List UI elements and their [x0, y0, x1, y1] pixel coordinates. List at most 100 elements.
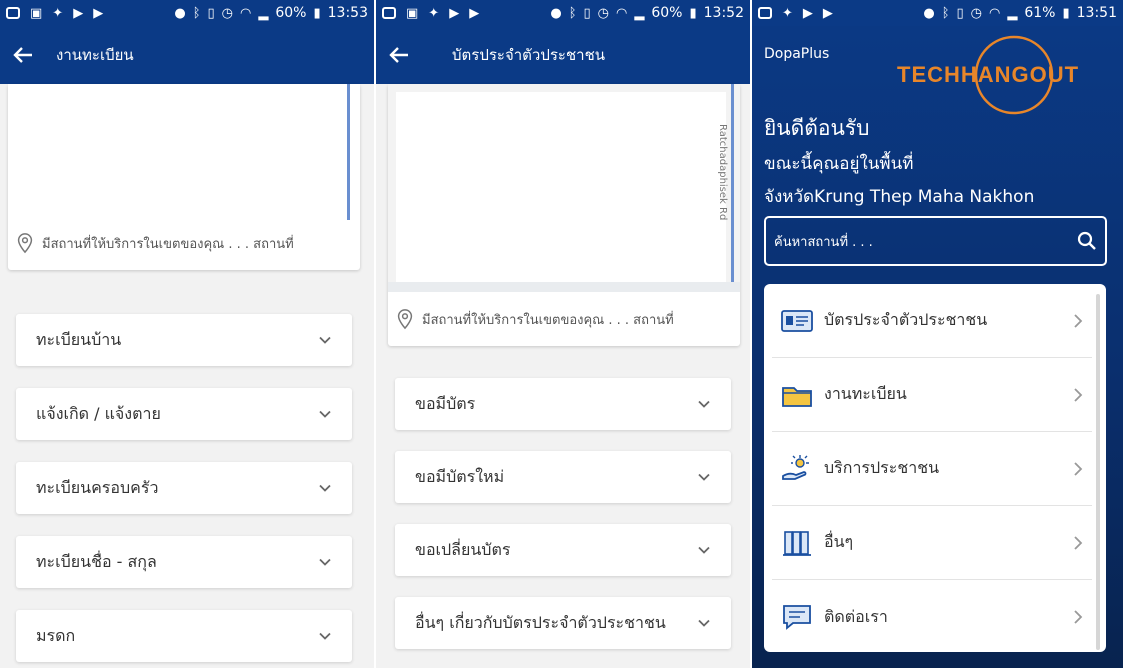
vibrate-icon: ▯	[583, 5, 591, 21]
back-button[interactable]	[0, 46, 46, 64]
page-title: บัตรประจำตัวประชาชน	[452, 46, 606, 64]
clock: 13:52	[703, 5, 744, 21]
chevron-down-icon	[698, 473, 710, 481]
screen-id-card: ▣ ✦ ▶ ▶ ● ᛒ ▯ ◷ ◠ ▂ 60% ▮ 13:52 บัตรประจ…	[376, 0, 750, 668]
accordion-replace-card[interactable]: ขอเปลี่ยนบัตร	[395, 524, 731, 576]
arrow-left-icon	[389, 47, 408, 63]
menu-scrollbar[interactable]	[1096, 294, 1100, 650]
twitter-icon: ✦	[782, 5, 793, 21]
places-info[interactable]: มีสถานที่ให้บริการในเขตของคุณ . . . สถาน…	[394, 308, 674, 330]
battery-icon: ▮	[313, 5, 321, 21]
screen-registration: ▣ ✦ ▶ ▶ ● ᛒ ▯ ◷ ◠ ▂ 60% ▮ 13:53 งานทะเบี…	[0, 0, 374, 668]
app-bar: งานทะเบียน	[0, 26, 374, 84]
welcome-province: จังหวัดKrung Thep Maha Nakhon	[764, 187, 1035, 207]
places-text: มีสถานที่ให้บริการในเขตของคุณ . . . สถาน…	[422, 312, 674, 328]
location-icon: ●	[550, 5, 562, 21]
accordion-label: ขอมีบัตร	[415, 393, 476, 413]
vibrate-icon: ▯	[207, 5, 215, 21]
battery-level: 61%	[1024, 5, 1056, 21]
youtube-icon: ▶	[73, 5, 84, 21]
app-notification-icon	[6, 7, 20, 19]
arrow-left-icon	[13, 47, 32, 63]
youtube-icon: ▶	[449, 5, 460, 21]
places-info[interactable]: มีสถานที่ให้บริการในเขตของคุณ . . . สถาน…	[14, 232, 294, 254]
service-hand-icon	[782, 454, 809, 480]
map-road	[347, 84, 350, 220]
map-card: Ratchadaphisek Rd มีสถานที่ให้บริการในเข…	[388, 84, 740, 346]
chevron-down-icon	[319, 558, 331, 566]
menu-item-id-card[interactable]: บัตรประจำตัวประชาชน	[772, 284, 1092, 358]
chevron-down-icon	[698, 400, 710, 408]
menu-label: บัตรประจำตัวประชาชน	[824, 310, 988, 329]
chevron-down-icon	[698, 546, 710, 554]
accordion-inheritance[interactable]: มรดก	[16, 610, 352, 662]
menu-item-contact[interactable]: ติดต่อเรา	[772, 580, 1092, 652]
road-label: Ratchadaphisek Rd	[717, 124, 728, 221]
accordion-label: ทะเบียนชื่อ - สกุล	[36, 551, 157, 571]
alarm-icon: ◷	[597, 5, 610, 21]
accordion-other-id[interactable]: อื่นๆ เกี่ยวกับบัตรประจำตัวประชาชน	[395, 597, 731, 649]
chevron-down-icon	[319, 632, 331, 640]
signal-icon: ▂	[1007, 5, 1018, 21]
accordion-birth-death[interactable]: แจ้งเกิด / แจ้งตาย	[16, 388, 352, 440]
chevron-down-icon	[698, 619, 710, 627]
twitter-icon: ✦	[52, 5, 64, 21]
welcome-heading: ยินดีต้อนรับ	[764, 116, 870, 140]
accordion-label: ทะเบียนครอบครัว	[36, 477, 159, 497]
back-button[interactable]	[376, 46, 422, 64]
techhangout-logo: TECHHANGOUT	[897, 35, 1079, 115]
menu-label: งานทะเบียน	[824, 384, 907, 403]
search-icon[interactable]	[1077, 231, 1097, 251]
places-text: มีสถานที่ให้บริการในเขตของคุณ . . . สถาน…	[42, 236, 294, 252]
menu-label: ติดต่อเรา	[824, 606, 888, 626]
alarm-icon: ◷	[970, 5, 983, 21]
chevron-right-icon	[1074, 535, 1083, 550]
accordion-renew-card[interactable]: ขอมีบัตรใหม่	[395, 451, 731, 503]
accordion-house-registration[interactable]: ทะเบียนบ้าน	[16, 314, 352, 366]
search-input[interactable]: ค้นหาสถานที่ . . .	[764, 216, 1107, 266]
bluetooth-icon: ᛒ	[941, 5, 950, 21]
main-menu: บัตรประจำตัวประชาชน งานทะเบียน บริการประ…	[764, 284, 1106, 652]
chevron-right-icon	[1074, 461, 1083, 476]
folder-icon	[782, 386, 812, 407]
battery-level: 60%	[275, 5, 307, 21]
vibrate-icon: ▯	[956, 5, 964, 21]
bluetooth-icon: ᛒ	[192, 5, 201, 21]
alarm-icon: ◷	[221, 5, 234, 21]
chevron-down-icon	[319, 484, 331, 492]
page-title: งานทะเบียน	[56, 46, 134, 64]
accordion-family-registration[interactable]: ทะเบียนครอบครัว	[16, 462, 352, 514]
chat-icon	[783, 605, 811, 630]
battery-icon: ▮	[689, 5, 697, 21]
battery-icon: ▮	[1062, 5, 1070, 21]
map-card: มีสถานที่ให้บริการในเขตของคุณ . . . สถาน…	[8, 84, 360, 270]
menu-item-public-service[interactable]: บริการประชาชน	[772, 432, 1092, 506]
signal-icon: ▂	[634, 5, 645, 21]
youtube-icon-2: ▶	[93, 5, 104, 21]
location-pin-icon	[17, 233, 33, 254]
menu-label: บริการประชาชน	[824, 458, 939, 477]
location-pin-icon	[397, 309, 413, 330]
app-notification-icon	[382, 7, 396, 19]
map-view[interactable]	[8, 84, 360, 220]
location-icon: ●	[174, 5, 186, 21]
map-road	[731, 84, 734, 292]
menu-item-others[interactable]: อื่นๆ	[772, 506, 1092, 580]
logo-text: TECHHANGOUT	[897, 62, 1079, 87]
accordion-new-card[interactable]: ขอมีบัตร	[395, 378, 731, 430]
wifi-icon: ◠	[616, 5, 628, 21]
wifi-icon: ◠	[240, 5, 252, 21]
accordion-label: ขอเปลี่ยนบัตร	[415, 539, 511, 559]
map-tile	[396, 92, 726, 282]
app-bar: บัตรประจำตัวประชาชน	[376, 26, 750, 84]
status-bar: ✦ ▶ ▶ ● ᛒ ▯ ◷ ◠ ▂ 61% ▮ 13:51	[752, 0, 1123, 26]
app-notification-icon	[758, 7, 772, 19]
accordion-name-surname[interactable]: ทะเบียนชื่อ - สกุล	[16, 536, 352, 588]
menu-item-registration[interactable]: งานทะเบียน	[772, 358, 1092, 432]
app-name: DopaPlus	[764, 46, 830, 62]
chevron-down-icon	[319, 336, 331, 344]
map-view[interactable]: Ratchadaphisek Rd	[388, 84, 740, 292]
screen-home: ✦ ▶ ▶ ● ᛒ ▯ ◷ ◠ ▂ 61% ▮ 13:51 DopaPlus T…	[752, 0, 1123, 668]
accordion-label: ขอมีบัตรใหม่	[415, 466, 505, 486]
twitter-icon: ✦	[428, 5, 440, 21]
